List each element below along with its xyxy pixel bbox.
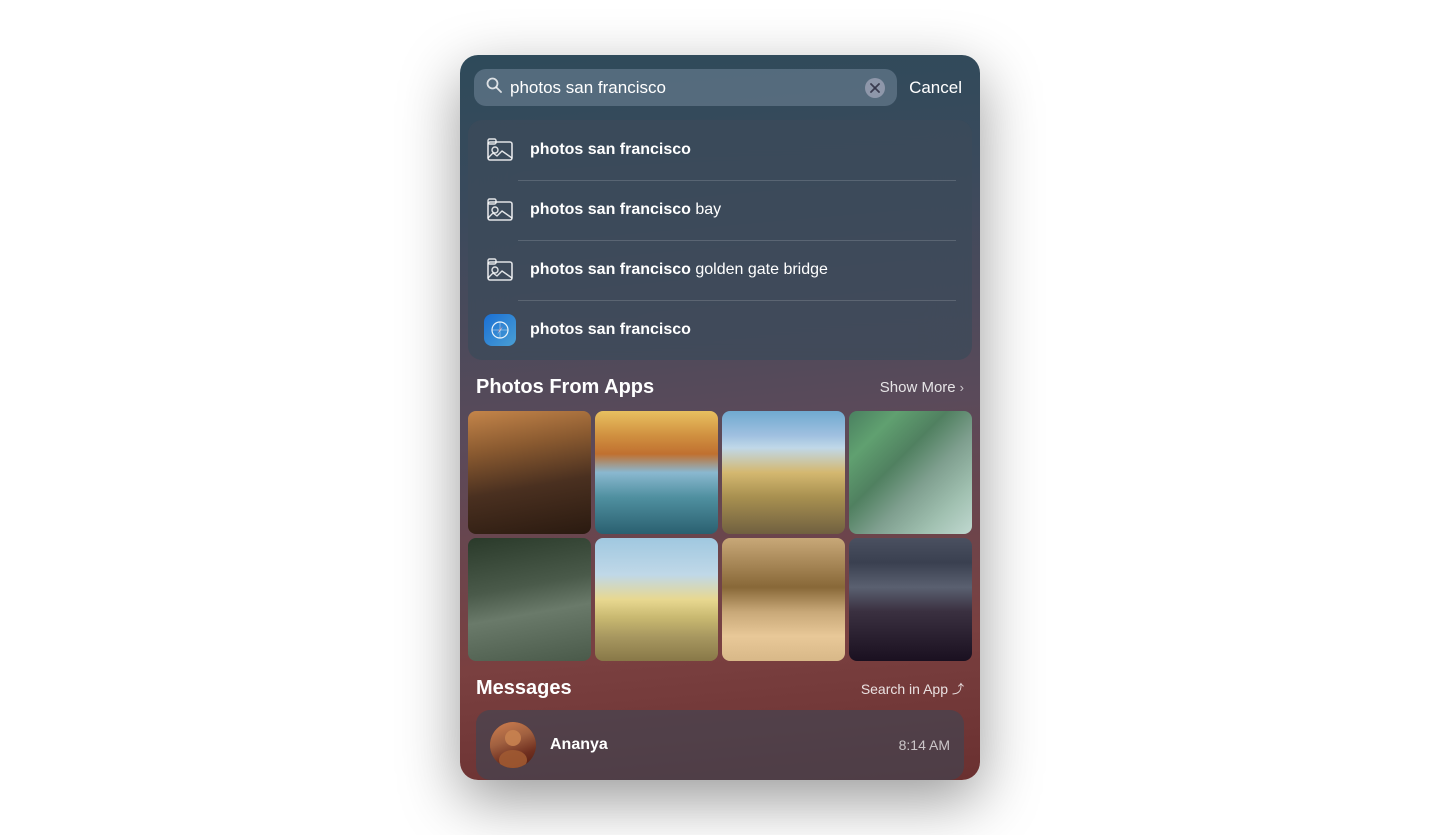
suggestion-text: photos san francisco bay: [530, 201, 721, 219]
photo-cell[interactable]: [595, 411, 718, 534]
show-more-button[interactable]: Show More ›: [880, 379, 964, 396]
chevron-right-icon: ›: [960, 380, 964, 395]
show-more-label: Show More: [880, 379, 956, 396]
message-time: 8:14 AM: [899, 737, 950, 753]
spotlight-overlay: Cancel photos san francisco: [460, 55, 980, 780]
photos-from-apps-section: Photos From Apps Show More ›: [460, 360, 980, 661]
search-icon: [486, 77, 502, 98]
photos-section-title: Photos From Apps: [476, 376, 654, 399]
search-bar-row: Cancel: [460, 55, 980, 120]
message-sender: Ananya: [550, 736, 885, 754]
photos-app-icon: [484, 254, 516, 286]
suggestion-item[interactable]: photos san francisco golden gate bridge: [468, 240, 972, 300]
suggestion-item[interactable]: photos san francisco bay: [468, 180, 972, 240]
suggestions-list: photos san francisco photos san francisc…: [468, 120, 972, 360]
photo-grid: [460, 411, 980, 661]
suggestion-text: photos san francisco golden gate bridge: [530, 261, 828, 279]
photo-cell[interactable]: [849, 411, 972, 534]
safari-app-icon: [484, 314, 516, 346]
avatar-image: [490, 722, 536, 768]
photo-cell[interactable]: [468, 538, 591, 661]
external-link-icon: ⤴: [952, 680, 964, 697]
message-info: Ananya: [550, 736, 885, 754]
suggestion-text: photos san francisco: [530, 141, 691, 159]
search-input-wrapper: [474, 69, 897, 106]
photos-section-header: Photos From Apps Show More ›: [460, 360, 980, 411]
search-in-app-button[interactable]: Search in App ⤴: [861, 680, 964, 697]
search-input[interactable]: [510, 78, 857, 98]
cancel-button[interactable]: Cancel: [907, 78, 964, 98]
message-row[interactable]: Ananya 8:14 AM: [476, 710, 964, 780]
photo-cell[interactable]: [849, 538, 972, 661]
suggestion-item[interactable]: photos san francisco: [468, 300, 972, 360]
avatar: [490, 722, 536, 768]
photo-cell[interactable]: [595, 538, 718, 661]
photos-app-icon: [484, 194, 516, 226]
messages-section-title: Messages: [476, 677, 572, 700]
search-in-app-label: Search in App: [861, 681, 948, 697]
messages-section-header: Messages Search in App ⤴: [476, 677, 964, 700]
messages-section: Messages Search in App ⤴ Ananya 8:14 AM: [460, 661, 980, 780]
photo-cell[interactable]: [722, 538, 845, 661]
suggestion-item[interactable]: photos san francisco: [468, 120, 972, 180]
photo-cell[interactable]: [722, 411, 845, 534]
suggestion-text: photos san francisco: [530, 321, 691, 339]
photo-cell[interactable]: [468, 411, 591, 534]
clear-search-button[interactable]: [865, 78, 885, 98]
photos-app-icon: [484, 134, 516, 166]
